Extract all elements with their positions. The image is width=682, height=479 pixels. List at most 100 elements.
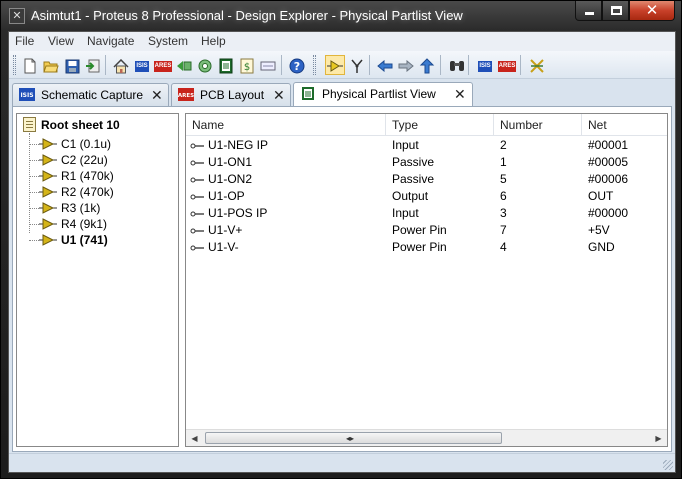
find-button[interactable] [447, 55, 467, 75]
cell-type: Passive [392, 155, 435, 169]
navigate-parts-button[interactable] [325, 55, 345, 75]
scroll-left-icon[interactable]: ◀ [187, 431, 202, 446]
new-file-button[interactable] [20, 55, 40, 75]
table-row[interactable]: U1-ON2 Passive 5 #00006 [186, 171, 667, 188]
dollar-document-icon: $ [240, 58, 254, 74]
toolbar-separator [440, 55, 441, 75]
import-icon [86, 59, 100, 73]
cell-net: #00001 [588, 138, 629, 152]
bill-of-materials-icon [219, 58, 233, 74]
netlist-compare-button[interactable] [527, 55, 547, 75]
home-button[interactable] [111, 55, 131, 75]
close-tab-icon[interactable]: ✕ [454, 86, 466, 103]
tree-connector [29, 224, 39, 225]
tab-schematic-capture-label: Schematic Capture [41, 88, 144, 102]
open-folder-button[interactable] [41, 55, 61, 75]
save-button[interactable] [62, 55, 82, 75]
back-arrow-icon [377, 60, 393, 73]
gerber-viewer-button[interactable] [174, 55, 194, 75]
menu-file[interactable]: File [15, 34, 34, 48]
help-button[interactable]: ? [287, 55, 307, 75]
cell-type: Passive [392, 172, 435, 186]
scroll-right-icon[interactable]: ▶ [651, 431, 666, 446]
tree-connector [29, 208, 39, 209]
cell-name: U1-V+ [208, 223, 243, 237]
toolbar-separator [281, 55, 282, 75]
pin-icon [190, 143, 204, 149]
net-branch-icon [351, 59, 363, 74]
pin-icon [190, 245, 204, 251]
menu-bar: File View Navigate System Help [9, 32, 675, 51]
cost-report-button[interactable]: $ [237, 55, 257, 75]
tab-schematic-capture[interactable]: ISIS Schematic Capture ✕ [12, 83, 169, 106]
title-bar[interactable]: ✕ Asimtut1 - Proteus 8 Professional - De… [1, 1, 682, 31]
close-tab-icon[interactable]: ✕ [151, 87, 163, 104]
horizontal-scrollbar[interactable]: ◀ ◂▸ ▶ [186, 429, 667, 446]
tree-item-label: R2 (470k) [61, 185, 114, 199]
resize-grip-icon[interactable] [663, 460, 673, 470]
3d-visualizer-button[interactable] [195, 55, 215, 75]
column-header-number[interactable]: Number [494, 114, 582, 136]
tree-connector [29, 144, 39, 145]
isis-open-button[interactable]: ISIS [475, 55, 495, 75]
minimize-button[interactable] [575, 1, 602, 21]
document-tabs: ISIS Schematic Capture ✕ ARES PCB Layout… [9, 80, 675, 106]
toolbar-grip[interactable] [313, 55, 316, 75]
table-row[interactable]: U1-NEG IP Input 2 #00001 [186, 137, 667, 154]
ares-logo-icon: ARES [153, 60, 173, 72]
scrollbar-thumb[interactable]: ◂▸ [205, 432, 502, 444]
menu-system[interactable]: System [148, 34, 188, 48]
cell-name: U1-ON2 [208, 172, 253, 186]
toolbar-separator [468, 55, 469, 75]
design-tree[interactable]: Root sheet 10 C1 (0.1u) C2 (22u) R1 (470 [16, 113, 179, 447]
pin-icon [190, 211, 204, 217]
close-window-button[interactable]: ✕ [629, 1, 675, 21]
tab-physical-partlist-view[interactable]: Physical Partlist View ✕ [293, 82, 473, 106]
cell-number: 7 [500, 223, 507, 237]
menu-help[interactable]: Help [201, 34, 226, 48]
table-row[interactable]: U1-V+ Power Pin 7 +5V [186, 222, 667, 239]
column-header-name[interactable]: Name [186, 114, 386, 136]
table-row[interactable]: U1-ON1 Passive 1 #00005 [186, 154, 667, 171]
navigate-nets-button[interactable] [347, 55, 367, 75]
tree-item-label: C1 (0.1u) [61, 137, 112, 151]
ares-pcb-button[interactable]: ARES [153, 55, 173, 75]
app-window: ✕ Asimtut1 - Proteus 8 Professional - De… [0, 0, 682, 479]
tab-pcb-layout-label: PCB Layout [200, 88, 265, 102]
isis-schematic-button[interactable]: ISIS [132, 55, 152, 75]
pin-list[interactable]: Name Type Number Net U1-NEG IP Input 2 #… [185, 113, 668, 447]
table-row[interactable]: U1-POS IP Input 3 #00000 [186, 205, 667, 222]
component-icon [39, 186, 57, 198]
import-button[interactable] [83, 55, 103, 75]
tree-item-label: R3 (1k) [61, 201, 101, 215]
back-button[interactable] [375, 55, 395, 75]
toolbar-separator [520, 55, 521, 75]
table-row[interactable]: U1-V- Power Pin 4 GND [186, 239, 667, 256]
window-title: Asimtut1 - Proteus 8 Professional - Desi… [31, 8, 463, 23]
maximize-button[interactable] [602, 1, 629, 21]
cell-number: 4 [500, 240, 507, 254]
cell-name: U1-ON1 [208, 155, 253, 169]
cell-number: 5 [500, 172, 507, 186]
menu-view[interactable]: View [48, 34, 74, 48]
table-row[interactable]: U1-OP Output 6 OUT [186, 188, 667, 205]
up-button[interactable] [417, 55, 437, 75]
proteus-app-icon[interactable]: ✕ [9, 8, 25, 24]
forward-button[interactable] [396, 55, 416, 75]
tab-pcb-layout[interactable]: ARES PCB Layout ✕ [171, 83, 291, 106]
column-header-type[interactable]: Type [386, 114, 494, 136]
cell-number: 6 [500, 189, 507, 203]
explorer-content: Root sheet 10 C1 (0.1u) C2 (22u) R1 (470 [12, 106, 672, 452]
column-header-net[interactable]: Net [582, 114, 667, 136]
cell-type: Input [392, 206, 419, 220]
menu-navigate[interactable]: Navigate [87, 34, 134, 48]
toolbar-grip[interactable] [13, 55, 16, 75]
ares-open-button[interactable]: ARES [497, 55, 517, 75]
close-tab-icon[interactable]: ✕ [273, 87, 285, 104]
pin-icon [190, 160, 204, 166]
tree-root-node[interactable]: Root sheet 10 [23, 117, 120, 133]
cell-name: U1-V- [208, 240, 239, 254]
design-notes-button[interactable] [258, 55, 278, 75]
bill-of-materials-button[interactable] [216, 55, 236, 75]
ares-logo-icon: ARES [497, 60, 517, 72]
